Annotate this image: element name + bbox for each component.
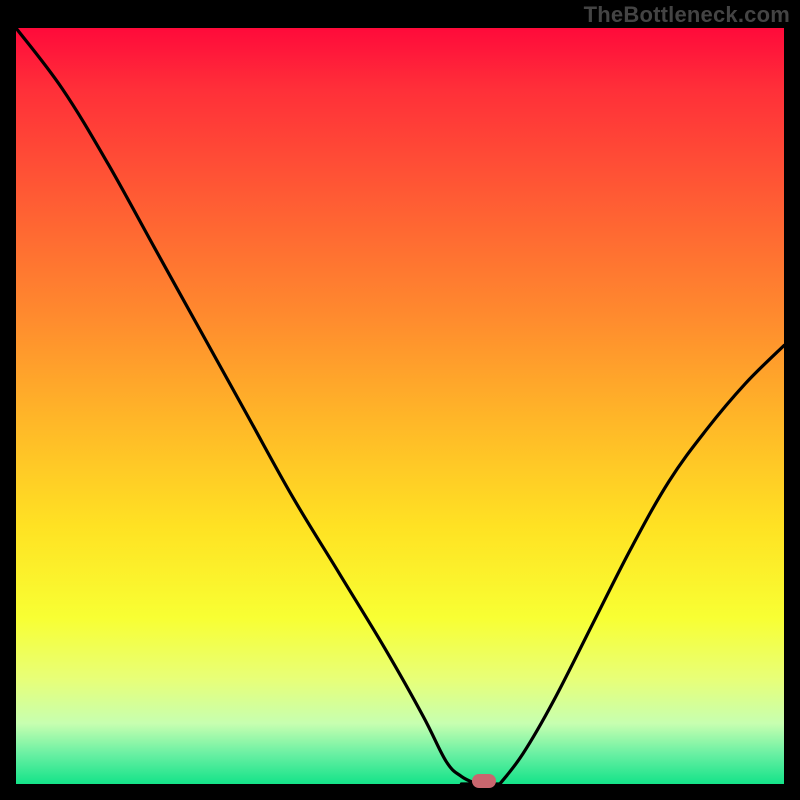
chart-stage: TheBottleneck.com [0,0,800,800]
optimal-point-marker [472,774,496,788]
curve-path [16,28,784,784]
bottleneck-curve [16,28,784,784]
watermark-text: TheBottleneck.com [584,2,790,28]
gradient-plot-area [16,28,784,784]
